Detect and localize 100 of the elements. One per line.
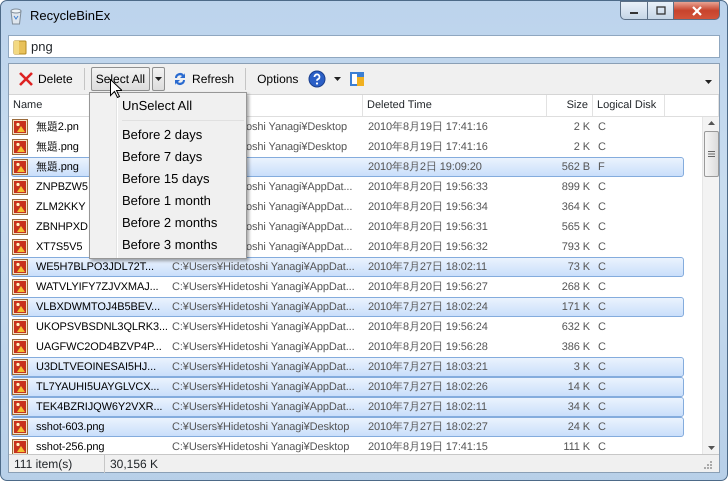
file-size: 171 K	[562, 300, 590, 313]
file-path: C:¥Users¥Hidetoshi Yanagi¥AppDat...	[172, 300, 355, 313]
file-path: oshi Yanagi¥AppDat...	[246, 220, 352, 233]
options-button[interactable]: Options	[252, 67, 304, 91]
file-size: 14 K	[568, 380, 590, 393]
file-name: UAGFWC2OD4BZVP4P...	[36, 340, 162, 353]
deleted-time: 2010年8月20日 19:56:32	[368, 240, 488, 253]
file-size: 2 K	[574, 120, 590, 133]
file-path: C:¥Users¥Hidetoshi Yanagi¥AppDat...	[172, 360, 355, 373]
deleted-time: 2010年7月27日 18:03:21	[368, 360, 488, 373]
deleted-time: 2010年8月19日 17:41:16	[368, 140, 488, 153]
file-path: C:¥Users¥Hidetoshi Yanagi¥AppDat...	[172, 380, 355, 393]
file-name: 無題.png	[36, 160, 79, 173]
column-header[interactable]: Size	[547, 95, 593, 116]
total-size: 30,156 K	[109, 456, 160, 472]
dropdown-button[interactable]	[152, 67, 166, 91]
file-name: UKOPSVBSDNL3QLRK3...	[36, 320, 168, 333]
file-path: C:¥Users¥Hidetoshi Yanagi¥AppDat...	[172, 260, 355, 273]
grip-icon	[708, 151, 714, 157]
file-size: 562 B	[562, 160, 590, 173]
maximize-icon	[656, 6, 666, 15]
minimize-button[interactable]	[620, 1, 647, 20]
column-header[interactable]: Logical Disk	[593, 95, 665, 116]
file-size: 111 K	[563, 440, 590, 453]
scroll-thumb[interactable]	[704, 131, 718, 177]
file-size: 386 K	[562, 340, 590, 353]
close-button[interactable]	[674, 1, 720, 20]
deleted-time: 2010年8月19日 17:41:16	[368, 120, 488, 133]
select-all-button[interactable]: Select All	[90, 67, 150, 91]
file-size: 268 K	[562, 280, 590, 293]
deleted-time: 2010年8月2日 19:09:20	[368, 160, 482, 173]
scrollbar[interactable]	[702, 117, 719, 454]
file-name: sshot-603.png	[36, 420, 104, 433]
file-path: oshi Yanagi¥Desktop	[246, 140, 348, 153]
file-path: C:¥Users¥Hidetoshi Yanagi¥AppDat...	[172, 320, 355, 333]
close-icon	[690, 6, 702, 16]
app-icon	[349, 71, 366, 87]
file-name: XT7S5V5	[36, 240, 82, 253]
recycle-bin-icon	[8, 7, 24, 25]
file-path: C:¥Users¥Hidetoshi Yanagi¥Desktop	[172, 440, 350, 453]
caret-icon	[334, 76, 342, 82]
deleted-time: 2010年7月27日 18:02:27	[368, 420, 488, 433]
address-field[interactable]: png	[8, 35, 720, 58]
deleted-time: 2010年8月20日 19:56:31	[368, 220, 488, 233]
file-path: oshi Yanagi¥AppDat...	[246, 240, 352, 253]
logical-disk: C	[598, 260, 606, 273]
folder-icon	[13, 38, 27, 54]
deleted-time: 2010年7月27日 18:02:24	[368, 300, 488, 313]
column-header[interactable]: Deleted Time	[363, 95, 547, 116]
file-size: 3 K	[574, 360, 590, 373]
logical-disk: C	[598, 220, 606, 233]
deleted-time: 2010年8月20日 19:56:27	[368, 280, 488, 293]
file-name: 無題2.pn	[36, 120, 79, 133]
file-path: C:¥Users¥Hidetoshi Yanagi¥AppDat...	[172, 280, 355, 293]
file-size: 793 K	[562, 240, 590, 253]
logical-disk: C	[598, 120, 606, 133]
logical-disk: C	[598, 180, 606, 193]
selected-row[interactable]: VLBXDWMTOJ4B5BEV... C:¥Users¥Hidetoshi Yanagi¥AppDat... 2010年7月27日 18:02:24 171 K C	[11, 297, 684, 317]
file-name: WATVLYIFY7ZJVXMAJ...	[36, 280, 158, 293]
logical-disk: C	[598, 300, 606, 313]
file-name: ZBNHPXD	[36, 220, 88, 233]
maximize-button[interactable]	[647, 1, 674, 20]
logical-disk: C	[598, 360, 606, 373]
logical-disk: C	[598, 280, 606, 293]
logical-disk: C	[598, 240, 606, 253]
file-size: 899 K	[562, 180, 590, 193]
file-name: ZLM2KKY	[36, 200, 86, 213]
selected-row[interactable]: TL7YAUHI5UAYGLVCX... C:¥Users¥Hidetoshi Yanagi¥AppDat... 2010年7月27日 18:02:26 14 K C	[11, 377, 684, 397]
file-path: oshi Yanagi¥AppDat...	[246, 180, 352, 193]
selected-row[interactable]: WE5H7BLPO3JDL72T... C:¥Users¥Hidetoshi Yanagi¥AppDat... 2010年7月27日 18:02:11 73 K C	[11, 257, 684, 277]
logical-disk: C	[598, 320, 606, 333]
menu-item[interactable]: Before 3 months	[92, 234, 244, 256]
file-name: U3DLTVEOINESAI5HJ...	[36, 360, 156, 373]
selected-row[interactable]: U3DLTVEOINESAI5HJ... C:¥Users¥Hidetoshi Yanagi¥AppDat... 2010年7月27日 18:03:21 3 K C	[11, 357, 684, 377]
logical-disk: C	[598, 380, 606, 393]
deleted-time: 2010年8月19日 17:41:15	[368, 440, 488, 453]
file-path: oshi Yanagi¥Desktop	[246, 120, 348, 133]
logical-disk: C	[598, 400, 606, 413]
file-name: sshot-256.png	[36, 440, 104, 453]
selected-row[interactable]: TEK4BZRIJQW6Y2VXR... C:¥Users¥Hidetoshi Yanagi¥AppDat... 2010年7月27日 18:02:11 34 K C	[11, 397, 684, 417]
x-icon	[18, 71, 34, 87]
file-size: 73 K	[568, 260, 590, 273]
logical-disk: C	[598, 420, 606, 433]
menu-item[interactable]: Before 2 months	[92, 212, 244, 234]
menu-item[interactable]: Before 1 month	[92, 190, 244, 212]
deleted-time: 2010年7月27日 18:02:26	[368, 380, 488, 393]
delete-button[interactable]: Delete	[13, 67, 78, 91]
refresh-button[interactable]: Refresh	[167, 67, 240, 91]
file-name: TL7YAUHI5UAYGLVCX...	[36, 380, 160, 393]
window-title: RecycleBinEx	[30, 7, 110, 26]
logical-disk: C	[598, 200, 606, 213]
file-name: TEK4BZRIJQW6Y2VXR...	[36, 400, 162, 413]
file-size: 632 K	[562, 320, 590, 333]
deleted-time: 2010年8月20日 19:56:33	[368, 180, 488, 193]
help-icon	[308, 70, 326, 88]
deleted-time: 2010年7月27日 18:02:11	[368, 260, 487, 273]
selected-row[interactable]: sshot-603.png C:¥Users¥Hidetoshi Yanagi¥Desktop 2010年7月27日 18:02:27 24 K C	[11, 417, 684, 437]
menu-item[interactable]: Before 2 days	[92, 124, 244, 146]
file-size: 565 K	[562, 220, 590, 233]
file-name: ZNPBZW5	[36, 180, 88, 193]
